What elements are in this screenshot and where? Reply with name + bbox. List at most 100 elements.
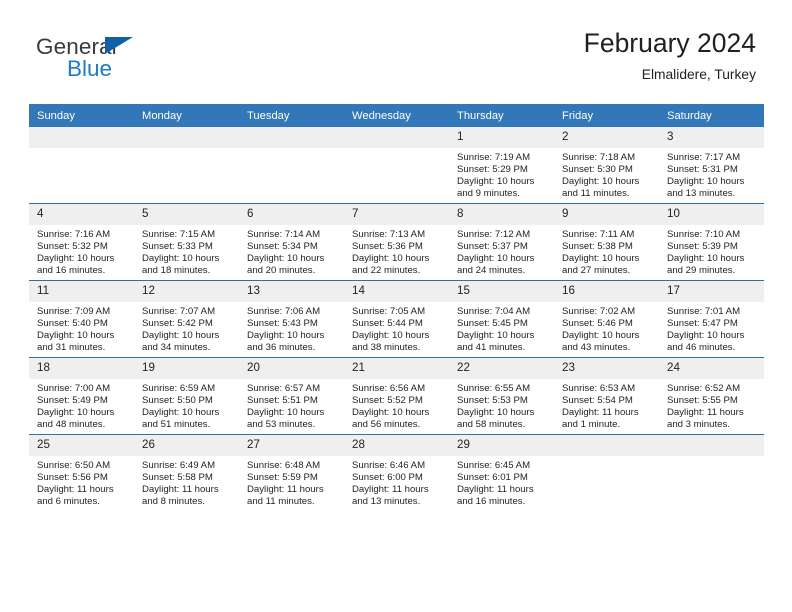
sunset-text: Sunset: 5:56 PM bbox=[37, 472, 108, 484]
calendar-day-cell[interactable]: 17 Sunrise: 7:01 AM Sunset: 5:47 PM Dayligh… bbox=[659, 280, 764, 358]
calendar-day-cell[interactable]: 28 Sunrise: 6:46 AM Sunset: 6:00 PM Dayligh… bbox=[344, 434, 449, 511]
calendar-day-cell[interactable]: 29 Sunrise: 6:45 AM Sunset: 6:01 PM Dayligh… bbox=[449, 434, 554, 511]
weekday-header-tuesday: Tuesday bbox=[239, 104, 344, 127]
weekday-header-thursday: Thursday bbox=[449, 104, 554, 127]
calendar-day-cell[interactable]: 11 Sunrise: 7:09 AM Sunset: 5:40 PM Dayligh… bbox=[29, 280, 134, 358]
daylight-text: Daylight: 10 hours and 29 minutes. bbox=[667, 253, 745, 277]
calendar-day-cell[interactable]: 4 Sunrise: 7:16 AM Sunset: 5:32 PM Daylight… bbox=[29, 203, 134, 281]
calendar-page: General Blue February 2024 Elmalidere, T… bbox=[0, 0, 792, 612]
sunrise-text: Sunrise: 7:11 AM bbox=[562, 229, 635, 240]
sunset-text: Sunset: 5:32 PM bbox=[37, 241, 108, 253]
day-number: 17 bbox=[659, 281, 764, 302]
sunset-text: Sunset: 5:44 PM bbox=[352, 318, 423, 330]
day-details: Sunrise: 7:13 AM Sunset: 5:36 PM Daylight:… bbox=[344, 225, 449, 277]
day-number bbox=[659, 435, 764, 456]
weekday-header-friday: Friday bbox=[554, 104, 659, 127]
daylight-text: Daylight: 11 hours and 3 minutes. bbox=[667, 407, 744, 431]
daylight-text: Daylight: 10 hours and 16 minutes. bbox=[37, 253, 115, 277]
sunrise-text: Sunrise: 7:16 AM bbox=[37, 229, 111, 240]
day-number: 9 bbox=[554, 204, 659, 225]
calendar-day-cell-empty bbox=[344, 127, 449, 204]
weekday-header-wednesday: Wednesday bbox=[344, 104, 449, 127]
day-details: Sunrise: 7:15 AM Sunset: 5:33 PM Daylight:… bbox=[134, 225, 239, 277]
day-number bbox=[344, 127, 449, 148]
daylight-text: Daylight: 10 hours and 34 minutes. bbox=[142, 330, 220, 354]
calendar-day-cell[interactable]: 24 Sunrise: 6:52 AM Sunset: 5:55 PM Dayligh… bbox=[659, 357, 764, 435]
calendar-week-row: 11 Sunrise: 7:09 AM Sunset: 5:40 PM Dayligh… bbox=[29, 280, 764, 358]
daylight-text: Daylight: 10 hours and 41 minutes. bbox=[457, 330, 535, 354]
sunrise-text: Sunrise: 7:19 AM bbox=[457, 152, 531, 163]
sunrise-text: Sunrise: 6:46 AM bbox=[352, 460, 426, 471]
calendar-day-cell[interactable]: 2 Sunrise: 7:18 AM Sunset: 5:30 PM Daylight… bbox=[554, 127, 659, 204]
calendar-week-row: 1 Sunrise: 7:19 AM Sunset: 5:29 PM Daylight… bbox=[29, 127, 764, 204]
calendar-day-cell[interactable]: 27 Sunrise: 6:48 AM Sunset: 5:59 PM Dayligh… bbox=[239, 434, 344, 511]
day-number: 25 bbox=[29, 435, 134, 456]
sunset-text: Sunset: 5:29 PM bbox=[457, 164, 528, 176]
day-details: Sunrise: 7:05 AM Sunset: 5:44 PM Daylight:… bbox=[344, 302, 449, 354]
calendar-day-cell[interactable]: 25 Sunrise: 6:50 AM Sunset: 5:56 PM Dayligh… bbox=[29, 434, 134, 511]
calendar-day-cell[interactable]: 3 Sunrise: 7:17 AM Sunset: 5:31 PM Daylight… bbox=[659, 127, 764, 204]
calendar-day-cell[interactable]: 19 Sunrise: 6:59 AM Sunset: 5:50 PM Dayligh… bbox=[134, 357, 239, 435]
sunset-text: Sunset: 5:40 PM bbox=[37, 318, 108, 330]
sunrise-text: Sunrise: 7:18 AM bbox=[562, 152, 636, 163]
daylight-text: Daylight: 10 hours and 38 minutes. bbox=[352, 330, 430, 354]
calendar-day-cell[interactable]: 12 Sunrise: 7:07 AM Sunset: 5:42 PM Dayligh… bbox=[134, 280, 239, 358]
sunrise-text: Sunrise: 7:09 AM bbox=[37, 306, 111, 317]
calendar-day-cell[interactable]: 16 Sunrise: 7:02 AM Sunset: 5:46 PM Dayligh… bbox=[554, 280, 659, 358]
daylight-text: Daylight: 10 hours and 48 minutes. bbox=[37, 407, 115, 431]
calendar-day-cell[interactable]: 15 Sunrise: 7:04 AM Sunset: 5:45 PM Dayligh… bbox=[449, 280, 554, 358]
general-blue-logo: General Blue bbox=[36, 34, 236, 86]
day-details: Sunrise: 6:50 AM Sunset: 5:56 PM Daylight:… bbox=[29, 456, 134, 508]
day-number: 14 bbox=[344, 281, 449, 302]
sunrise-text: Sunrise: 7:00 AM bbox=[37, 383, 111, 394]
day-details: Sunrise: 7:09 AM Sunset: 5:40 PM Daylight:… bbox=[29, 302, 134, 354]
day-number bbox=[554, 435, 659, 456]
calendar-day-cell[interactable]: 14 Sunrise: 7:05 AM Sunset: 5:44 PM Dayligh… bbox=[344, 280, 449, 358]
calendar-day-cell[interactable]: 6 Sunrise: 7:14 AM Sunset: 5:34 PM Daylight… bbox=[239, 203, 344, 281]
sunset-text: Sunset: 5:53 PM bbox=[457, 395, 528, 407]
sunset-text: Sunset: 5:50 PM bbox=[142, 395, 213, 407]
day-number: 16 bbox=[554, 281, 659, 302]
day-details: Sunrise: 6:46 AM Sunset: 6:00 PM Daylight:… bbox=[344, 456, 449, 508]
calendar-day-cell[interactable]: 10 Sunrise: 7:10 AM Sunset: 5:39 PM Dayligh… bbox=[659, 203, 764, 281]
sunset-text: Sunset: 5:58 PM bbox=[142, 472, 213, 484]
sunset-text: Sunset: 5:47 PM bbox=[667, 318, 738, 330]
sunrise-text: Sunrise: 6:50 AM bbox=[37, 460, 111, 471]
weekday-header-sunday: Sunday bbox=[29, 104, 134, 127]
calendar-day-cell[interactable]: 8 Sunrise: 7:12 AM Sunset: 5:37 PM Daylight… bbox=[449, 203, 554, 281]
calendar-day-cell[interactable]: 13 Sunrise: 7:06 AM Sunset: 5:43 PM Dayligh… bbox=[239, 280, 344, 358]
calendar-day-cell[interactable]: 26 Sunrise: 6:49 AM Sunset: 5:58 PM Dayligh… bbox=[134, 434, 239, 511]
day-number: 13 bbox=[239, 281, 344, 302]
daylight-text: Daylight: 11 hours and 11 minutes. bbox=[247, 484, 324, 508]
calendar-day-cell[interactable]: 22 Sunrise: 6:55 AM Sunset: 5:53 PM Dayligh… bbox=[449, 357, 554, 435]
calendar-day-cell[interactable]: 21 Sunrise: 6:56 AM Sunset: 5:52 PM Dayligh… bbox=[344, 357, 449, 435]
daylight-text: Daylight: 10 hours and 36 minutes. bbox=[247, 330, 325, 354]
daylight-text: Daylight: 10 hours and 22 minutes. bbox=[352, 253, 430, 277]
day-details: Sunrise: 6:45 AM Sunset: 6:01 PM Daylight:… bbox=[449, 456, 554, 508]
calendar-day-cell[interactable]: 9 Sunrise: 7:11 AM Sunset: 5:38 PM Daylight… bbox=[554, 203, 659, 281]
calendar-day-cell[interactable]: 20 Sunrise: 6:57 AM Sunset: 5:51 PM Dayligh… bbox=[239, 357, 344, 435]
day-number: 18 bbox=[29, 358, 134, 379]
sunset-text: Sunset: 5:36 PM bbox=[352, 241, 423, 253]
day-number: 24 bbox=[659, 358, 764, 379]
sunrise-text: Sunrise: 7:10 AM bbox=[667, 229, 741, 240]
calendar-day-cell[interactable]: 5 Sunrise: 7:15 AM Sunset: 5:33 PM Daylight… bbox=[134, 203, 239, 281]
weekday-header-row: Sunday Monday Tuesday Wednesday Thursday… bbox=[29, 104, 764, 127]
day-number: 27 bbox=[239, 435, 344, 456]
sunset-text: Sunset: 6:01 PM bbox=[457, 472, 528, 484]
calendar-day-cell[interactable]: 18 Sunrise: 7:00 AM Sunset: 5:49 PM Dayligh… bbox=[29, 357, 134, 435]
day-details: Sunrise: 7:14 AM Sunset: 5:34 PM Daylight:… bbox=[239, 225, 344, 277]
title-block: February 2024 Elmalidere, Turkey bbox=[584, 29, 756, 82]
daylight-text: Daylight: 11 hours and 8 minutes. bbox=[142, 484, 219, 508]
calendar-day-cell[interactable]: 7 Sunrise: 7:13 AM Sunset: 5:36 PM Daylight… bbox=[344, 203, 449, 281]
daylight-text: Daylight: 10 hours and 13 minutes. bbox=[667, 176, 745, 200]
sunset-text: Sunset: 5:54 PM bbox=[562, 395, 633, 407]
calendar-week-row: 18 Sunrise: 7:00 AM Sunset: 5:49 PM Dayligh… bbox=[29, 357, 764, 435]
triangle-icon bbox=[105, 37, 133, 54]
day-details: Sunrise: 7:02 AM Sunset: 5:46 PM Daylight:… bbox=[554, 302, 659, 354]
day-details: Sunrise: 6:52 AM Sunset: 5:55 PM Daylight:… bbox=[659, 379, 764, 431]
day-details: Sunrise: 6:49 AM Sunset: 5:58 PM Daylight:… bbox=[134, 456, 239, 508]
calendar-day-cell[interactable]: 1 Sunrise: 7:19 AM Sunset: 5:29 PM Daylight… bbox=[449, 127, 554, 204]
calendar-day-cell-empty bbox=[29, 127, 134, 204]
calendar-day-cell[interactable]: 23 Sunrise: 6:53 AM Sunset: 5:54 PM Dayligh… bbox=[554, 357, 659, 435]
